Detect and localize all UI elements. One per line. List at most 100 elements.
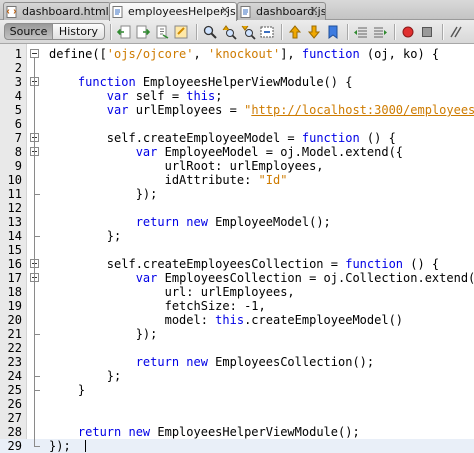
- stop-macro-icon[interactable]: [418, 23, 436, 41]
- keyword-token: return new: [77, 425, 151, 439]
- js-file-icon: [112, 6, 124, 18]
- toolbar-separator: [281, 24, 283, 40]
- keyword-token: var: [106, 103, 129, 117]
- code-token: self.createEmployeeModel =: [49, 131, 302, 145]
- code-line[interactable]: 24 };: [0, 369, 474, 383]
- code-line[interactable]: 16 self.createEmployeesCollection = func…: [0, 257, 474, 271]
- line-number: 28: [7, 425, 22, 439]
- code-token: define([: [49, 47, 107, 61]
- line-number: 8: [14, 145, 22, 159]
- find-next-icon[interactable]: [239, 23, 257, 41]
- html-file-icon: [6, 5, 18, 18]
- tab-dashboard-html[interactable]: dashboard.html: [3, 2, 111, 20]
- tab-dashboard-js[interactable]: dashboard.js ✕: [237, 2, 326, 20]
- code-line[interactable]: 13 return new EmployeeModel();: [0, 215, 474, 229]
- code-line[interactable]: 22: [0, 341, 474, 355]
- code-line[interactable]: 25 }: [0, 383, 474, 397]
- keyword-token: var: [135, 145, 158, 159]
- code-editor[interactable]: 1 define(['ojs/ojcore', 'knockout'], func…: [0, 44, 474, 453]
- code-token: ],: [280, 47, 302, 61]
- toolbar-separator: [394, 24, 396, 40]
- string-token: 'knockout': [207, 47, 281, 61]
- code-line[interactable]: 1 define(['ojs/ojcore', 'knockout'], func…: [0, 47, 474, 61]
- tab-employeeshelper-js[interactable]: employeesHelper.js ✕: [109, 2, 237, 21]
- code-line[interactable]: 9 urlRoot: urlEmployees,: [0, 159, 474, 173]
- js-file-icon: [240, 5, 252, 18]
- previous-bookmark-icon[interactable]: [286, 23, 304, 41]
- code-text: function EmployeesHelperViewModule() {: [49, 75, 353, 89]
- toggle-rectangular-selection-icon[interactable]: [258, 23, 276, 41]
- code-line[interactable]: 4 var self = this;: [0, 89, 474, 103]
- code-line[interactable]: 15: [0, 243, 474, 257]
- code-token: EmployeesHelperViewModule() {: [135, 75, 353, 89]
- code-line[interactable]: 6: [0, 117, 474, 131]
- line-number: 18: [7, 285, 22, 299]
- comment-icon[interactable]: [447, 23, 465, 41]
- code-line[interactable]: 12: [0, 201, 474, 215]
- code-line[interactable]: 21 });: [0, 327, 474, 341]
- code-token: });: [49, 327, 158, 341]
- code-line[interactable]: 10 idAttribute: "Id": [0, 173, 474, 187]
- source-view-button[interactable]: Source: [4, 23, 53, 40]
- forward-icon[interactable]: [134, 23, 152, 41]
- code-line[interactable]: 19 fetchSize: -1,: [0, 299, 474, 313]
- start-macro-icon[interactable]: [399, 23, 417, 41]
- close-tab-icon[interactable]: ✕: [218, 4, 232, 18]
- tab-label: dashboard.html: [22, 4, 109, 18]
- code-line[interactable]: 2: [0, 61, 474, 75]
- code-line[interactable]: 3 function EmployeesHelperViewModule() {: [0, 75, 474, 89]
- code-line[interactable]: 8 var EmployeeModel = oj.Model.extend({: [0, 145, 474, 159]
- code-token: EmployeesHelperViewModule();: [150, 425, 360, 439]
- toggle-bookmark-icon[interactable]: [324, 23, 342, 41]
- last-edit-icon[interactable]: [153, 23, 171, 41]
- line-number: 3: [14, 75, 22, 89]
- keyword-token: var: [106, 89, 129, 103]
- shift-left-icon[interactable]: [352, 23, 370, 41]
- code-text: self.createEmployeeModel = function () {: [49, 131, 396, 145]
- code-text: var EmployeesCollection = oj.Collection.…: [49, 271, 474, 285]
- line-number: 13: [7, 215, 22, 229]
- line-number: 20: [7, 313, 22, 327]
- code-line[interactable]: 7 self.createEmployeeModel = function ()…: [0, 131, 474, 145]
- toggle-highlight-icon[interactable]: [172, 23, 190, 41]
- next-bookmark-icon[interactable]: [305, 23, 323, 41]
- string-token: 'ojs/ojcore': [106, 47, 194, 61]
- line-number: 4: [14, 89, 22, 103]
- code-line[interactable]: 5 var urlEmployees = "http://localhost:3…: [0, 103, 474, 117]
- fold-collapse-icon[interactable]: [30, 49, 39, 58]
- line-number: 22: [7, 341, 22, 355]
- code-line[interactable]: 17 var EmployeesCollection = oj.Collecti…: [0, 271, 474, 285]
- code-token: urlEmployees =: [128, 103, 245, 117]
- find-selection-icon[interactable]: [201, 23, 219, 41]
- code-line[interactable]: 14 };: [0, 229, 474, 243]
- code-line[interactable]: 26: [0, 397, 474, 411]
- code-line[interactable]: 18 url: urlEmployees,: [0, 285, 474, 299]
- line-number: 29: [7, 439, 22, 453]
- line-number: 14: [7, 229, 22, 243]
- code-text: });: [49, 439, 71, 453]
- shift-right-icon[interactable]: [371, 23, 389, 41]
- keyword-token: var: [135, 271, 158, 285]
- code-token: idAttribute:: [49, 173, 259, 187]
- code-line[interactable]: 28 return new EmployeesHelperViewModule(…: [0, 425, 474, 439]
- back-icon[interactable]: [115, 23, 133, 41]
- toolbar-separator: [196, 24, 198, 40]
- line-number: 1: [14, 47, 22, 61]
- code-line[interactable]: 11 });: [0, 187, 474, 201]
- code-line[interactable]: 20 model: this.createEmployeeModel(): [0, 313, 474, 327]
- find-previous-icon[interactable]: [220, 23, 238, 41]
- code-line[interactable]: 29});: [0, 439, 474, 453]
- close-tab-icon[interactable]: ✕: [307, 4, 321, 18]
- code-line[interactable]: 23 return new EmployeesCollection();: [0, 355, 474, 369]
- line-number: 6: [14, 117, 22, 131]
- code-token: (oj, ko) {: [359, 47, 440, 61]
- code-text: idAttribute: "Id": [49, 173, 288, 187]
- history-view-button[interactable]: History: [52, 23, 105, 40]
- code-text: };: [49, 369, 121, 383]
- line-number: 15: [7, 243, 22, 257]
- line-number: 21: [7, 327, 22, 341]
- code-line[interactable]: 27: [0, 411, 474, 425]
- code-token: fetchSize: -1,: [49, 299, 266, 313]
- line-number: 2: [14, 61, 22, 75]
